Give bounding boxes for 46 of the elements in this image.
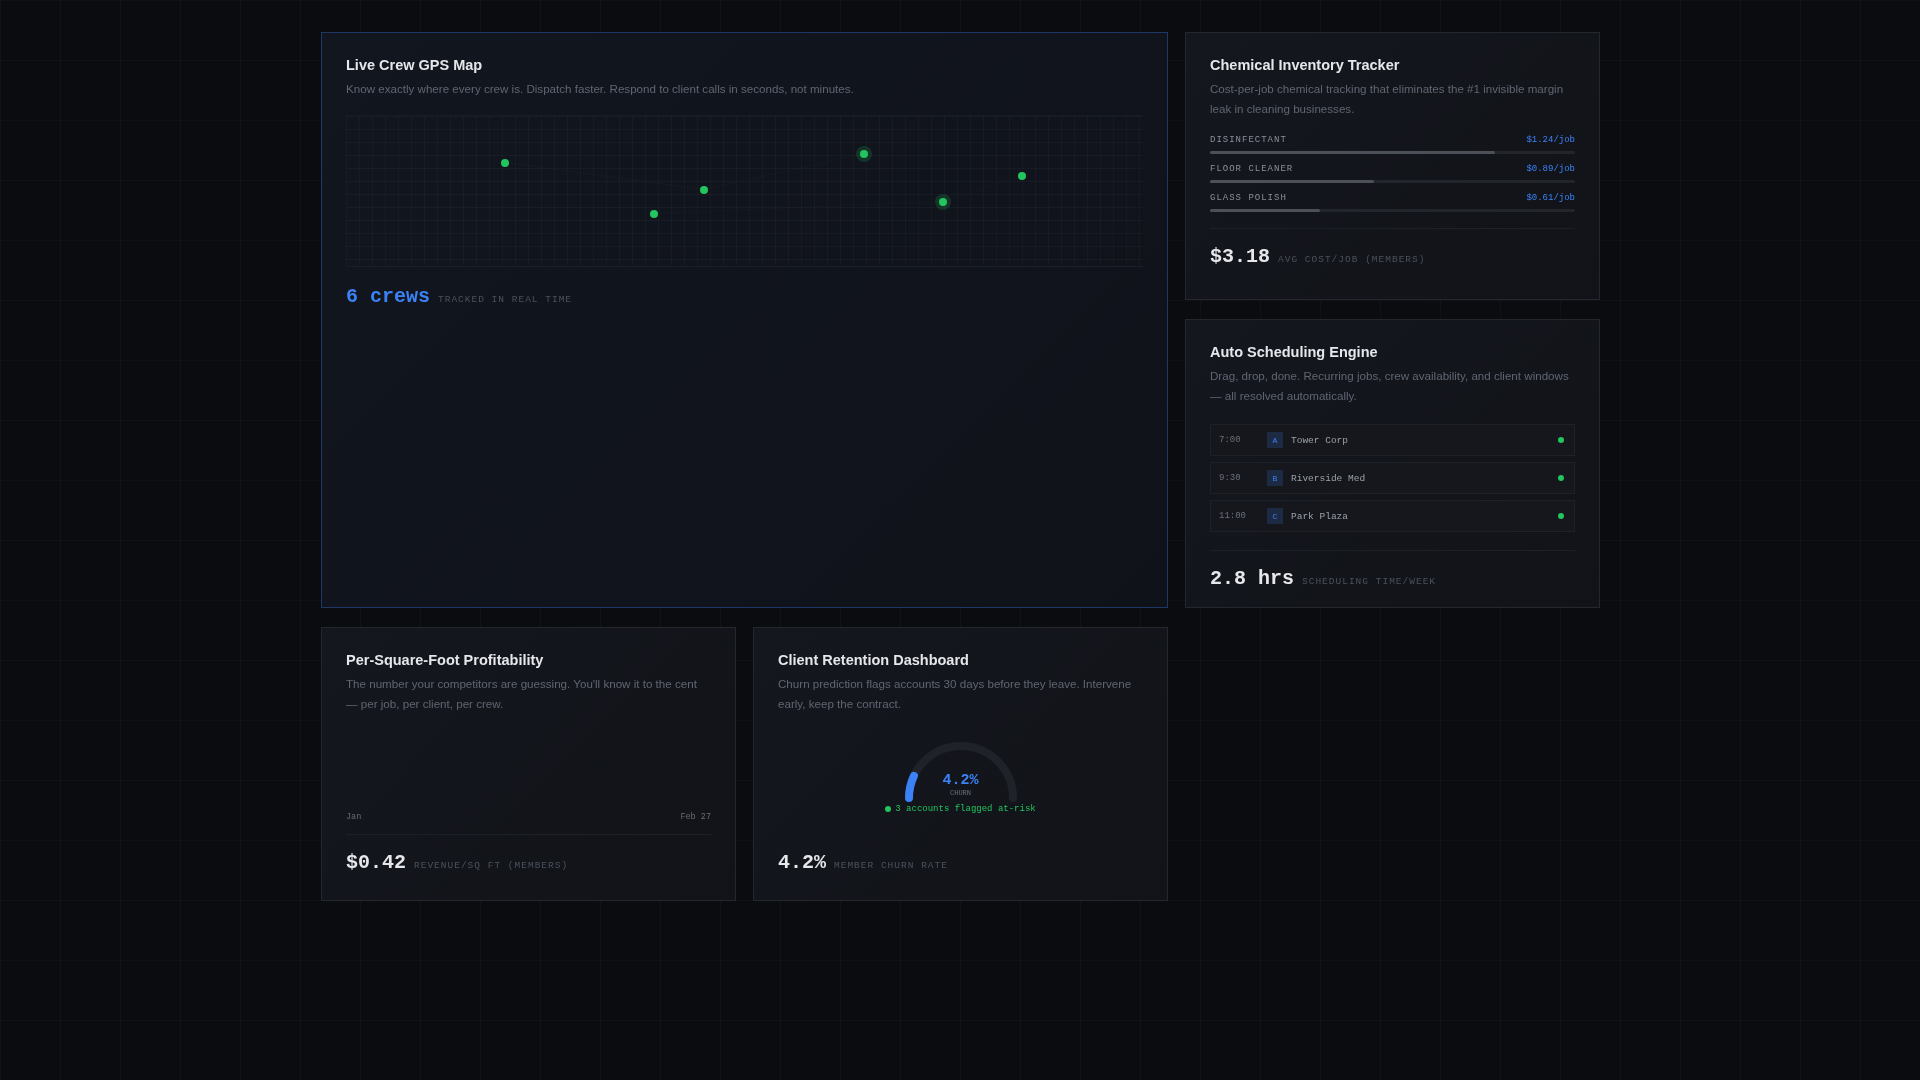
- card-title: Live Crew GPS Map: [346, 57, 484, 73]
- job-row[interactable]: 11:00 C Park Plaza: [1210, 500, 1575, 532]
- job-time: 11:00: [1219, 511, 1247, 521]
- status-dot-icon: [1558, 513, 1564, 519]
- crew-badge: A: [1267, 432, 1283, 448]
- client-name: Park Plaza: [1291, 510, 1349, 522]
- stat-label: MEMBER CHURN RATE: [834, 860, 948, 871]
- stat-label: TRACKED IN REAL TIME: [438, 294, 573, 305]
- gauge-value: 4.2%: [942, 772, 979, 789]
- axis-label: Feb 27: [680, 812, 711, 822]
- card-description: Know exactly where every crew is. Dispatch faster. Respond to client calls in seconds, not minutes.: [346, 81, 855, 97]
- job-time: 7:00: [1219, 435, 1242, 445]
- stat-label: REVENUE/SQ FT (MEMBERS): [414, 860, 569, 871]
- axis-label: Jan: [346, 812, 362, 822]
- stat-value: $0.42: [346, 851, 406, 874]
- card-title: Chemical Inventory Tracker: [1210, 57, 1401, 73]
- chemical-name: DISINFECTANT: [1210, 135, 1287, 145]
- cost-per-job: $0.61/job: [1526, 193, 1575, 203]
- client-name: Tower Corp: [1291, 434, 1349, 446]
- card-description: Churn prediction flags accounts 30 days before they leave. Intervene early, keep the contract.: [778, 676, 1133, 712]
- status-dot-icon: [885, 806, 892, 812]
- status-dot-icon: [1558, 475, 1564, 481]
- client-name: Riverside Med: [1291, 472, 1367, 484]
- card-description: Drag, drop, done. Recurring jobs, crew availability, and client windows — all resolved automatically.: [1210, 368, 1570, 404]
- status-dot-icon: [1558, 437, 1564, 443]
- job-row[interactable]: 7:00 A Tower Corp: [1210, 424, 1575, 456]
- stat-value: 4.2%: [778, 851, 826, 874]
- card-description: Cost-per-job chemical tracking that eliminates the #1 invisible margin leak in cleaning businesses.: [1210, 81, 1565, 117]
- crew-badge: C: [1267, 508, 1283, 524]
- stat-value: 2.8 hrs: [1210, 567, 1294, 590]
- stat-value: 6 crews: [346, 285, 430, 308]
- card-title: Auto Scheduling Engine: [1210, 344, 1379, 360]
- card-title: Client Retention Dashboard: [778, 652, 970, 668]
- card-description: The number your competitors are guessing. You'll know it to the cent — per job, per client, per crew.: [346, 676, 698, 712]
- job-row[interactable]: 9:30 B Riverside Med: [1210, 462, 1575, 494]
- chemical-name: GLASS POLISH: [1210, 193, 1287, 203]
- stat-label: SCHEDULING TIME/WEEK: [1302, 576, 1437, 587]
- job-time: 9:30: [1219, 473, 1242, 483]
- stat-value: $3.18: [1210, 245, 1270, 268]
- cost-per-job: $1.24/job: [1526, 135, 1575, 145]
- cost-per-job: $0.89/job: [1526, 164, 1575, 174]
- chemical-name: FLOOR CLEANER: [1210, 164, 1294, 174]
- stat-label: AVG COST/JOB (MEMBERS): [1278, 254, 1426, 265]
- at-risk-label: 3 accounts flagged at-risk: [895, 804, 1036, 814]
- card-title: Per-Square-Foot Profitability: [346, 652, 545, 668]
- crew-badge: B: [1267, 470, 1283, 486]
